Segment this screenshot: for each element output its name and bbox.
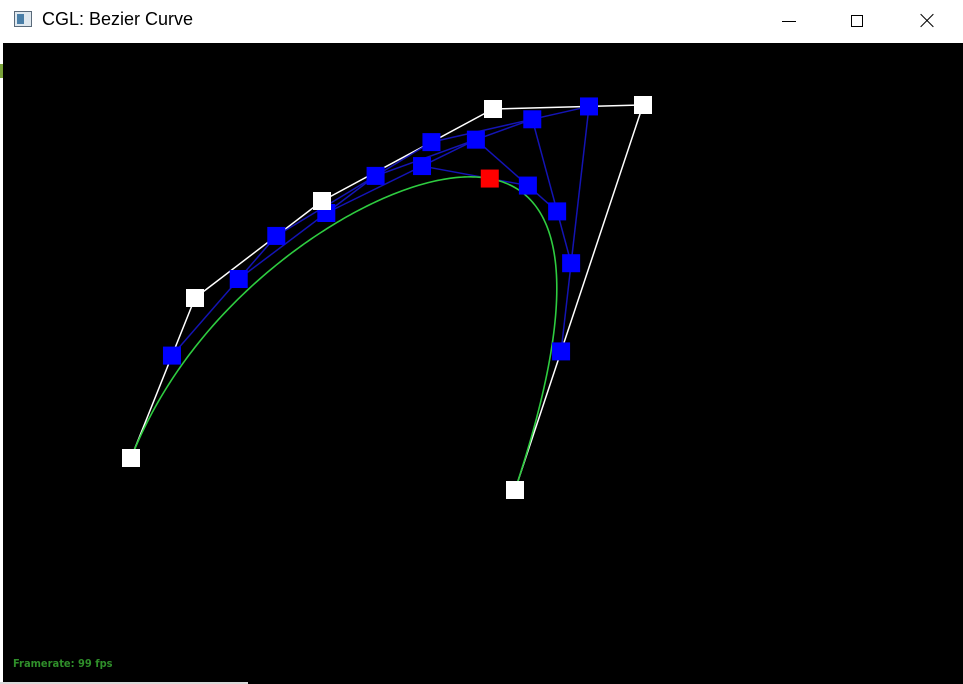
bezier-curve [130,176,558,491]
control-polygon-segment [194,200,323,299]
intermediate-point [523,110,542,129]
control-point[interactable] [634,96,652,114]
intermediate-point [580,97,598,116]
bezier-scene[interactable] [3,43,963,684]
control-polygon-segment [514,104,644,491]
intermediate-point [466,130,485,149]
intermediate-point [552,342,571,361]
control-point[interactable] [484,100,502,118]
control-point[interactable] [313,192,331,210]
intermediate-point [267,226,286,245]
intermediate-point [366,166,385,185]
intermediate-segment [325,138,477,214]
evaluated-point [480,169,499,188]
control-point[interactable] [186,289,204,307]
intermediate-point [229,270,248,289]
intermediate-point [162,346,181,365]
control-polygon-segment [321,108,494,202]
minimize-icon [782,20,796,22]
close-icon [919,13,935,29]
render-viewport[interactable]: Framerate: 99 fps [3,43,963,684]
framerate-label: Framerate: 99 fps [13,657,113,670]
title-bar[interactable]: CGL: Bezier Curve [0,0,963,42]
close-button[interactable] [898,0,956,42]
minimize-button[interactable] [760,0,818,42]
intermediate-segment [421,165,529,187]
control-point[interactable] [506,481,524,499]
intermediate-segment [560,106,590,352]
intermediate-point [518,176,537,195]
intermediate-segment [238,175,377,280]
intermediate-point [548,202,567,221]
app-window-icon[interactable] [14,11,32,27]
intermediate-segment [375,118,533,177]
intermediate-point [562,254,581,273]
application-window: CGL: Bezier Curve Framerate: 99 fps [0,0,963,684]
intermediate-segment [431,105,590,143]
control-point[interactable] [122,449,140,467]
maximize-icon [851,15,863,27]
maximize-button[interactable] [828,0,886,42]
intermediate-point [413,157,432,176]
intermediate-point [422,133,441,152]
window-title: CGL: Bezier Curve [42,9,194,29]
control-polygon-segment [492,104,644,110]
